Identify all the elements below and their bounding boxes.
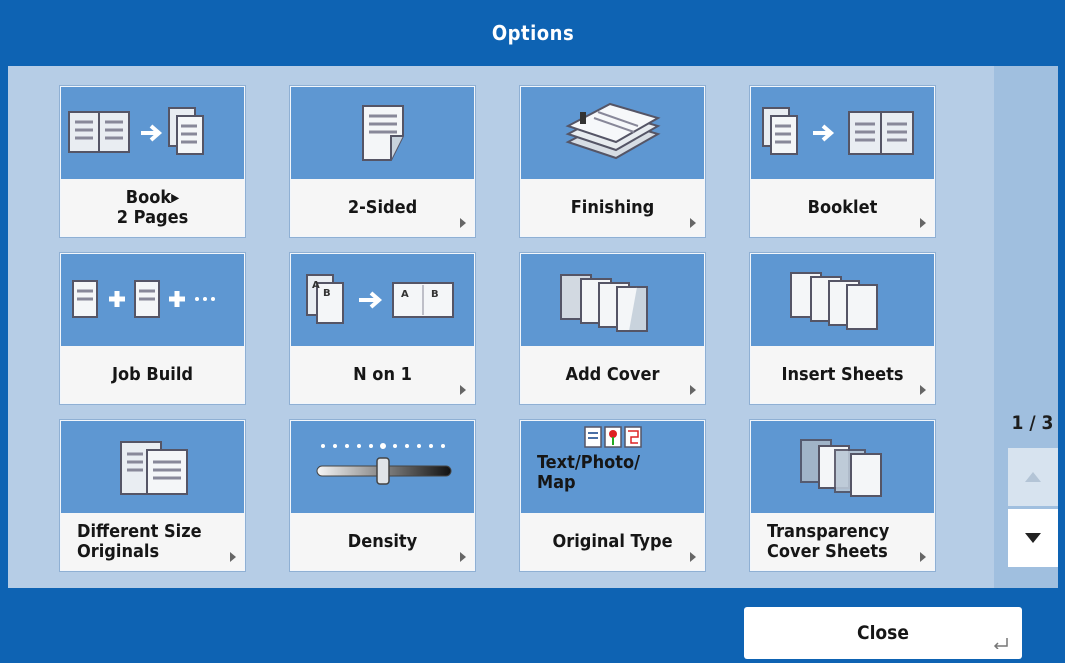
submenu-arrow-icon [690, 552, 696, 562]
svg-text:A: A [401, 289, 409, 300]
scroll-down-button[interactable] [1008, 509, 1058, 567]
transparency-cover-sheets-icon [751, 421, 934, 513]
page-title: Options [491, 21, 575, 45]
svg-text:B: B [323, 288, 331, 299]
page-indicator: 1 / 3 [1011, 412, 1054, 434]
submenu-arrow-icon [690, 218, 696, 228]
tile-label: Transparency Cover Sheets [767, 520, 890, 562]
scroll-up-button[interactable] [1008, 448, 1058, 506]
two-sided-icon [291, 87, 474, 179]
original-type-button[interactable]: Text/Photo/ Map Original Type [520, 420, 705, 571]
book-to-2-pages-icon [61, 87, 244, 179]
svg-text:B: B [431, 289, 439, 300]
insert-sheets-icon [751, 254, 934, 346]
svg-text:A: A [312, 280, 320, 291]
insert-sheets-button[interactable]: Insert Sheets [750, 253, 935, 404]
tile-label: Booklet [807, 196, 878, 218]
close-label: Close [857, 622, 909, 644]
finishing-button[interactable]: Finishing [520, 86, 705, 237]
original-type-current: Text/Photo/ Map [537, 452, 641, 493]
different-size-originals-icon [61, 421, 244, 513]
book-to-2-pages-button[interactable]: Book▸ 2 Pages [60, 86, 245, 237]
options-title-bar: Options [8, 0, 1058, 66]
submenu-arrow-icon [690, 385, 696, 395]
tile-label: Different Size Originals [77, 520, 202, 562]
tile-label: N on 1 [353, 363, 412, 385]
submenu-arrow-icon [920, 218, 926, 228]
n-on-1-button[interactable]: A B A B N on 1 [290, 253, 475, 404]
tile-label: Book▸ 2 Pages [116, 186, 189, 228]
close-button[interactable]: Close [744, 607, 1022, 659]
arrow-up-icon [1025, 472, 1041, 482]
submenu-arrow-icon [920, 385, 926, 395]
submenu-arrow-icon [920, 552, 926, 562]
tile-label: Finishing [570, 196, 655, 218]
original-type-icon: Text/Photo/ Map [521, 421, 704, 513]
tile-label: Add Cover [565, 363, 660, 385]
finishing-stack-icon [521, 87, 704, 179]
arrow-down-icon [1025, 533, 1041, 543]
submenu-arrow-icon [460, 385, 466, 395]
density-button[interactable]: Density [290, 420, 475, 571]
tile-label: Density [347, 530, 418, 552]
tile-label: Original Type [552, 530, 673, 552]
booklet-button[interactable]: Booklet [750, 86, 935, 237]
two-sided-button[interactable]: 2-Sided [290, 86, 475, 237]
job-build-icon [61, 254, 244, 346]
job-build-button[interactable]: Job Build [60, 253, 245, 404]
booklet-icon [751, 87, 934, 179]
add-cover-button[interactable]: Add Cover [520, 253, 705, 404]
tile-label: Job Build [112, 363, 193, 385]
transparency-cover-sheets-button[interactable]: Transparency Cover Sheets [750, 420, 935, 571]
enter-icon [993, 638, 1008, 649]
tile-label: Insert Sheets [781, 363, 904, 385]
different-size-originals-button[interactable]: Different Size Originals [60, 420, 245, 571]
tile-label: 2-Sided [347, 196, 418, 218]
submenu-arrow-icon [230, 552, 236, 562]
submenu-arrow-icon [460, 218, 466, 228]
density-slider-icon [291, 421, 474, 513]
n-on-1-icon: A B A B [291, 254, 474, 346]
add-cover-icon [521, 254, 704, 346]
submenu-arrow-icon [460, 552, 466, 562]
